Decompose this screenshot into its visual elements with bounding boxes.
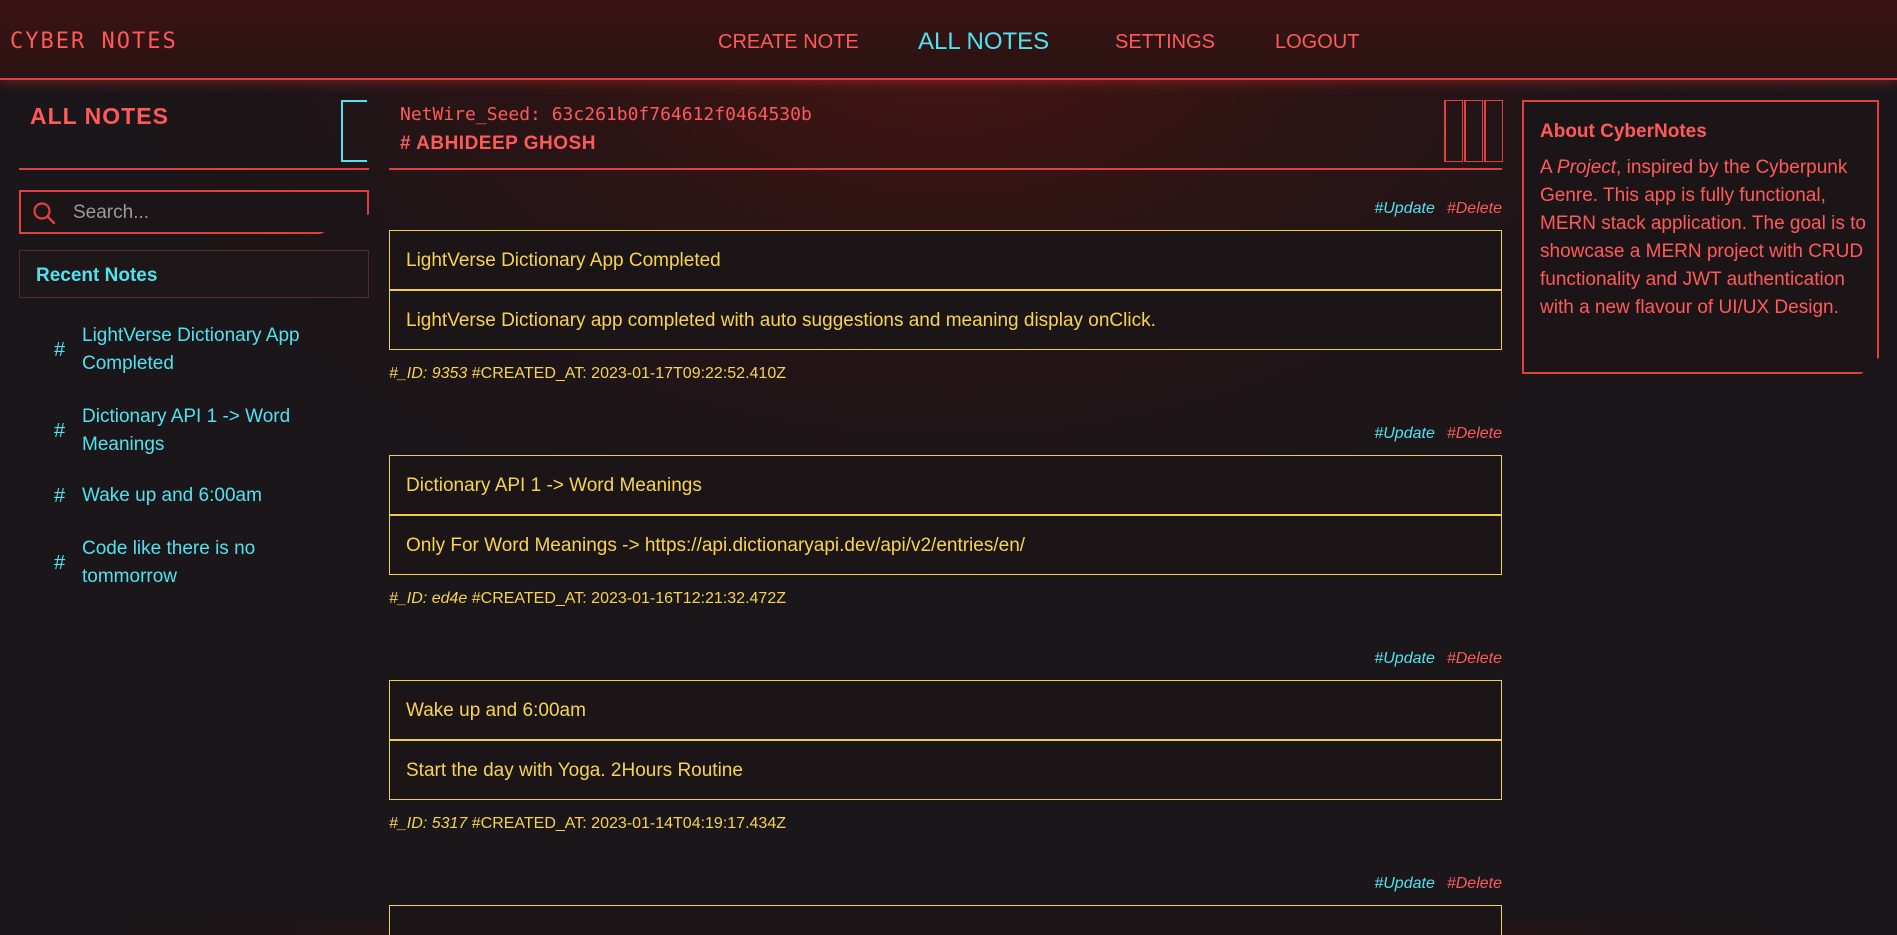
note-title: Dictionary API 1 -> Word Meanings — [389, 455, 1502, 515]
update-button[interactable]: #Update — [1374, 200, 1435, 217]
note-body: LightVerse Dictionary app completed with… — [389, 290, 1502, 350]
note-card: #Update #Delete LightVerse Dictionary App… — [389, 200, 1502, 390]
delete-button[interactable]: #Delete — [1447, 650, 1502, 667]
about-text: A Project, inspired by the Cyberpunk Gen… — [1540, 154, 1870, 322]
about-text-body: , inspired by the Cyberpunk Genre. This … — [1540, 157, 1866, 318]
search-box[interactable] — [19, 190, 369, 234]
note-id: #_ID: 5317 — [389, 815, 468, 832]
note-created-at: #CREATED_AT: 2023-01-16T12:21:32.472Z — [471, 590, 786, 607]
recent-note-label: Wake up and 6:00am — [82, 485, 262, 506]
delete-button[interactable]: #Delete — [1447, 200, 1502, 217]
note-meta: #_ID: 9353 #CREATED_AT: 2023-01-17T09:22… — [389, 365, 786, 383]
note-title-text: Dictionary API 1 -> Word Meanings — [406, 475, 702, 496]
note-card: #Update #Delete Dictionary API 1 -> Word … — [389, 425, 1502, 615]
note-actions: #Update #Delete — [1374, 650, 1502, 668]
about-text-prefix: A — [1540, 157, 1557, 178]
main-divider — [389, 168, 1502, 170]
note-card: #Update #Delete — [389, 875, 1502, 935]
sidebar-divider — [19, 168, 369, 170]
netwire-seed: NetWire_Seed: 63c261b0f764612f0464530b — [400, 104, 812, 125]
hash-icon: # — [54, 485, 66, 507]
delete-button[interactable]: #Delete — [1447, 875, 1502, 892]
note-actions: #Update #Delete — [1374, 425, 1502, 443]
about-text-emphasis: Project — [1556, 157, 1617, 178]
recent-notes-title: Recent Notes — [36, 265, 158, 286]
note-title-text: Wake up and 6:00am — [406, 700, 586, 721]
nav-create-note[interactable]: CREATE NOTE — [718, 31, 859, 54]
note-meta: #_ID: ed4e #CREATED_AT: 2023-01-16T12:21… — [389, 590, 786, 608]
search-icon — [33, 202, 56, 225]
update-button[interactable]: #Update — [1374, 650, 1435, 667]
search-input[interactable] — [71, 198, 345, 228]
note-actions: #Update #Delete — [1374, 875, 1502, 893]
note-actions: #Update #Delete — [1374, 200, 1502, 218]
note-body-text: LightVerse Dictionary app completed with… — [406, 310, 1156, 331]
nav-settings[interactable]: SETTINGS — [1115, 31, 1215, 54]
decorative-bar — [1464, 100, 1483, 162]
update-button[interactable]: #Update — [1374, 875, 1435, 892]
note-body-text: Only For Word Meanings -> https://api.di… — [406, 535, 1026, 556]
about-title: About CyberNotes — [1540, 121, 1707, 142]
hash-icon: # — [54, 339, 66, 361]
decorative-bracket — [341, 100, 367, 162]
note-body: Only For Word Meanings -> https://api.di… — [389, 515, 1502, 575]
hash-icon: # — [54, 420, 66, 442]
note-created-at: #CREATED_AT: 2023-01-17T09:22:52.410Z — [471, 365, 786, 382]
note-id: #_ID: 9353 — [389, 365, 468, 382]
note-title — [389, 905, 1502, 935]
user-name: # ABHIDEEP GHOSH — [400, 133, 596, 154]
recent-note-label: Dictionary API 1 -> Word Meanings — [82, 406, 291, 455]
nav-all-notes[interactable]: ALL NOTES — [918, 28, 1049, 56]
note-card: #Update #Delete Wake up and 6:00am Start … — [389, 650, 1502, 840]
nav-logout[interactable]: LOGOUT — [1275, 31, 1359, 54]
recent-notes-header: Recent Notes — [19, 250, 369, 298]
about-panel: About CyberNotes A Project, inspired by … — [1522, 100, 1879, 374]
note-id: #_ID: ed4e — [389, 590, 468, 607]
hash-icon: # — [54, 552, 66, 574]
note-body-text: Start the day with Yoga. 2Hours Routine — [406, 760, 743, 781]
decorative-bar — [1484, 100, 1503, 162]
delete-button[interactable]: #Delete — [1447, 425, 1502, 442]
note-created-at: #CREATED_AT: 2023-01-14T04:19:17.434Z — [471, 815, 786, 832]
recent-note-label: Code like there is no tommorrow — [82, 538, 256, 587]
recent-note-label: LightVerse Dictionary App Completed — [82, 325, 300, 374]
note-title: LightVerse Dictionary App Completed — [389, 230, 1502, 290]
update-button[interactable]: #Update — [1374, 425, 1435, 442]
note-body: Start the day with Yoga. 2Hours Routine — [389, 740, 1502, 800]
note-title-text: LightVerse Dictionary App Completed — [406, 250, 721, 271]
brand-logo[interactable]: CYBER NOTES — [10, 29, 178, 54]
note-title: Wake up and 6:00am — [389, 680, 1502, 740]
note-meta: #_ID: 5317 #CREATED_AT: 2023-01-14T04:19… — [389, 815, 786, 833]
top-navbar: CYBER NOTES CREATE NOTE ALL NOTES SETTIN… — [0, 0, 1897, 80]
decorative-bar — [1444, 100, 1463, 162]
sidebar-title: ALL NOTES — [30, 103, 169, 129]
